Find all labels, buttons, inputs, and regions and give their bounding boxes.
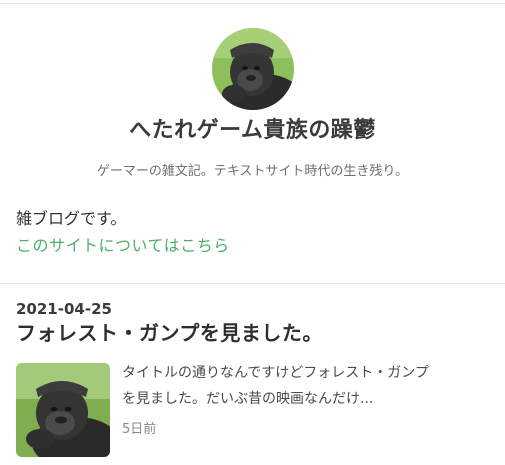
entry-date: 2021-04-25 [16,300,112,318]
entry-time-ago: 5日前 [122,422,157,437]
blog-page: へたれゲーム貴族の躁鬱 ゲーマーの雑文記。テキストサイト時代の生き残り。 雑ブロ… [0,0,505,465]
entry-excerpt-line: を見ました。だいぶ昔の映画なんだけ... [122,391,374,407]
gorilla-thumbnail-image [16,363,110,457]
blog-description: ゲーマーの雑文記。テキストサイト時代の生き残り。 [96,164,409,179]
blog-title[interactable]: へたれゲーム貴族の躁鬱 [0,114,505,148]
entry-title-link[interactable]: フォレスト・ガンプを見ました。 [16,318,323,348]
entry-excerpt-line: タイトルの通りなんですけどフォレスト・ガンプ [122,365,429,381]
entry-thumbnail[interactable] [16,363,110,457]
section-divider [0,283,505,284]
blog-avatar[interactable] [212,28,294,110]
about-site-link[interactable]: このサイトについてはこちら [16,235,230,257]
gorilla-avatar-image [212,28,294,110]
top-divider [0,3,505,4]
intro-text: 雑ブログです。 [16,209,127,228]
entry-excerpt: タイトルの通りなんですけどフォレスト・ガンプ を見ました。だいぶ昔の映画なんだけ… [122,360,492,412]
